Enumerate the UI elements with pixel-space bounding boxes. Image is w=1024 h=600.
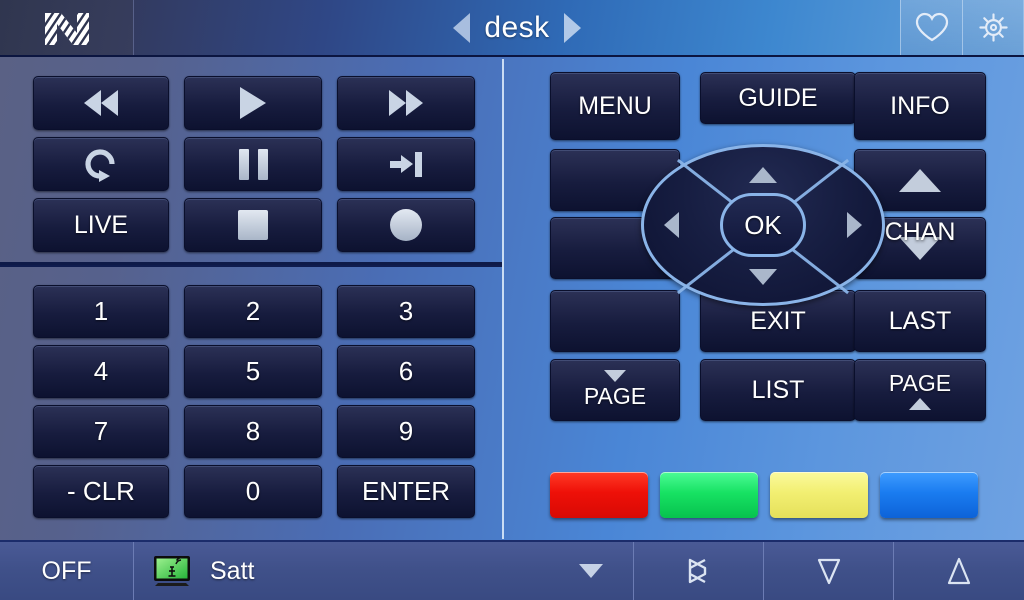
footer-bar: OFF Satt [0,540,1024,600]
replay-button[interactable] [33,137,169,191]
volume-down-icon [817,558,840,585]
pause-icon [238,148,268,180]
replay-loop-icon [85,149,115,182]
red-key[interactable] [550,472,648,518]
info-button[interactable]: INFO [854,72,986,140]
rewind-button[interactable] [33,76,169,130]
play-icon [240,87,266,119]
triangle-up-icon [899,168,941,192]
fast-forward-icon [389,90,423,116]
header-bar: desk [0,0,1024,57]
page-down-label: PAGE [583,383,647,409]
mute-button[interactable] [634,542,764,600]
next-activity-button[interactable] [563,12,581,43]
heart-icon [915,12,948,42]
power-off-button[interactable]: OFF [0,542,134,600]
volume-up-icon [947,557,971,585]
green-key[interactable] [660,472,758,518]
page-up-label: PAGE [888,370,952,396]
key-2[interactable]: 2 [184,285,322,338]
dpad-arrow-up-icon[interactable] [749,167,777,183]
last-button[interactable]: LAST [854,290,986,352]
list-button[interactable]: LIST [700,359,856,421]
device-selector[interactable]: Satt [134,542,634,600]
dpad-arrow-left-icon[interactable] [664,212,679,238]
record-button[interactable] [337,198,475,252]
key-1[interactable]: 1 [33,285,169,338]
prev-activity-button[interactable] [453,12,471,43]
caret-down-icon[interactable] [579,564,603,578]
remote-control-screen: desk LIVE 1 2 3 4 5 6 7 8 9 - CLR 0 ENTE… [0,0,1024,600]
device-label: Satt [210,556,255,585]
record-icon [390,209,422,241]
live-button[interactable]: LIVE [33,198,169,252]
volume-up-button[interactable] [894,542,1024,600]
key-clear[interactable]: - CLR [33,465,169,518]
guide-button[interactable]: GUIDE [700,72,856,124]
page-down-button[interactable]: PAGE [550,359,680,421]
triangle-up-icon [909,398,931,410]
triangle-down-icon [899,236,941,260]
settings-button[interactable] [962,0,1024,55]
blank-button-left-lower[interactable] [550,290,680,352]
nevo-logo [44,12,89,45]
brand-logo-cell[interactable] [0,0,134,55]
dpad-arrow-down-icon[interactable] [749,269,777,285]
dpad: OK [641,144,885,306]
stop-icon [238,210,268,240]
rewind-icon [84,90,118,116]
ok-button[interactable]: OK [720,193,806,257]
skip-to-end-icon [390,151,422,177]
pause-button[interactable] [184,137,322,191]
fast-forward-button[interactable] [337,76,475,130]
key-8[interactable]: 8 [184,405,322,458]
volume-down-button[interactable] [764,542,894,600]
page-title: desk [484,10,550,44]
yellow-key[interactable] [770,472,868,518]
activity-title-group: desk [134,0,900,55]
key-4[interactable]: 4 [33,345,169,398]
satellite-tv-icon [154,556,190,586]
mute-icon [688,558,706,584]
gear-icon [978,13,1008,42]
menu-button[interactable]: MENU [550,72,680,140]
favorites-button[interactable] [900,0,962,55]
page-up-button[interactable]: PAGE [854,359,986,421]
triangle-down-icon [604,370,626,382]
key-6[interactable]: 6 [337,345,475,398]
skip-to-end-button[interactable] [337,137,475,191]
play-button[interactable] [184,76,322,130]
numeric-keypad-panel: 1 2 3 4 5 6 7 8 9 - CLR 0 ENTER [0,265,502,539]
key-5[interactable]: 5 [184,345,322,398]
transport-panel: LIVE [0,59,502,262]
dpad-arrow-right-icon[interactable] [847,212,862,238]
key-7[interactable]: 7 [33,405,169,458]
key-enter[interactable]: ENTER [337,465,475,518]
key-9[interactable]: 9 [337,405,475,458]
key-3[interactable]: 3 [337,285,475,338]
blue-key[interactable] [880,472,978,518]
key-0[interactable]: 0 [184,465,322,518]
stop-button[interactable] [184,198,322,252]
